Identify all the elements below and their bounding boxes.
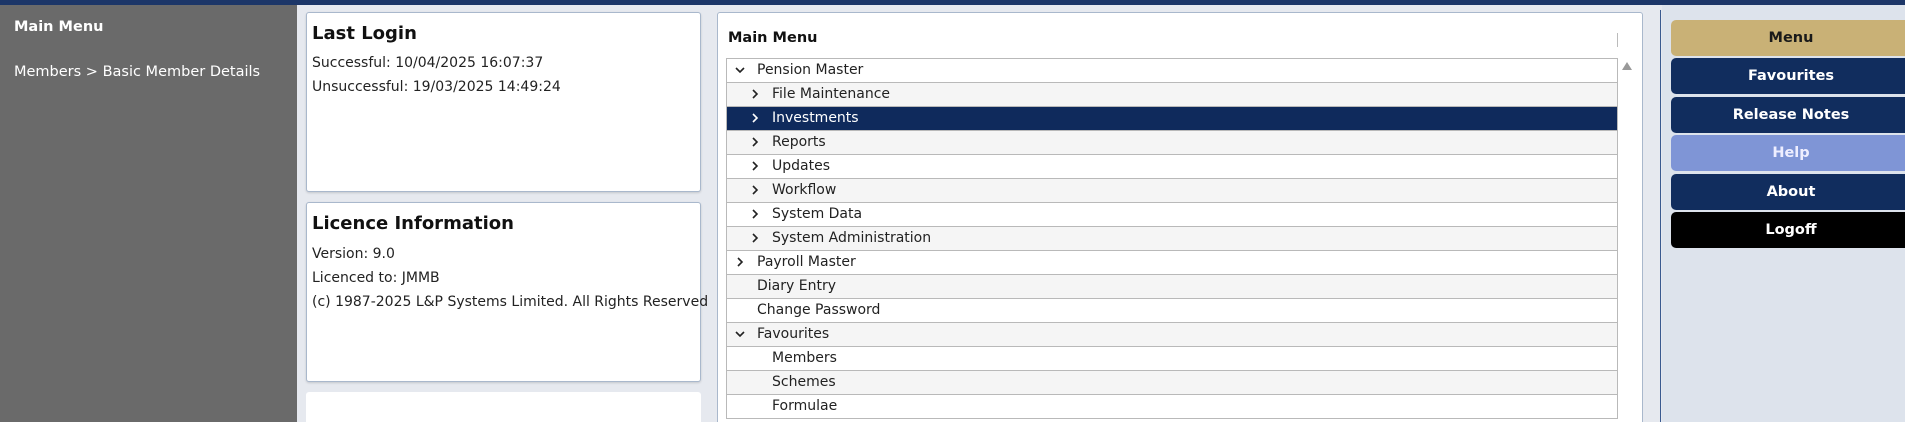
chevron-right-icon[interactable] <box>748 206 762 222</box>
help-button[interactable]: Help <box>1671 135 1905 171</box>
last-login-title: Last Login <box>312 23 417 44</box>
favourites-button[interactable]: Favourites <box>1671 58 1905 94</box>
empty-panel <box>306 392 701 422</box>
menu-item-favourites[interactable]: Favourites <box>726 323 1618 347</box>
menu-item-system-data[interactable]: System Data <box>726 203 1618 227</box>
chevron-right-icon[interactable] <box>733 254 747 270</box>
about-button[interactable]: About <box>1671 174 1905 210</box>
breadcrumb[interactable]: Members > Basic Member Details <box>14 64 260 80</box>
chevron-right-icon[interactable] <box>748 86 762 102</box>
menu-item-system-administration[interactable]: System Administration <box>726 227 1618 251</box>
menu-item-reports[interactable]: Reports <box>726 131 1618 155</box>
menu-item-members[interactable]: Members <box>726 347 1618 371</box>
licence-licenced-to: Licenced to: JMMB <box>312 270 440 286</box>
licence-version: Version: 9.0 <box>312 246 395 262</box>
sidebar-title[interactable]: Main Menu <box>14 19 103 35</box>
chevron-down-icon[interactable] <box>733 62 747 78</box>
menu-item-label: Favourites <box>757 326 830 342</box>
menu-item-label: Payroll Master <box>757 254 856 270</box>
vertical-divider <box>1660 10 1661 422</box>
logoff-button[interactable]: Logoff <box>1671 212 1905 248</box>
menu-item-payroll-master[interactable]: Payroll Master <box>726 251 1618 275</box>
last-login-unsuccessful: Unsuccessful: 19/03/2025 14:49:24 <box>312 79 561 95</box>
main-menu-title: Main Menu <box>728 30 818 46</box>
menu-item-schemes[interactable]: Schemes <box>726 371 1618 395</box>
chevron-right-icon[interactable] <box>748 134 762 150</box>
chevron-right-icon[interactable] <box>748 182 762 198</box>
main-menu-panel: Main Menu Pension Master File Maintenance… <box>717 12 1643 422</box>
menu-item-label: System Data <box>772 206 863 222</box>
menu-item-formulae[interactable]: Formulae <box>726 395 1618 419</box>
chevron-down-icon[interactable] <box>733 326 747 342</box>
menu-item-label: Investments <box>772 110 859 126</box>
chevron-right-icon[interactable] <box>748 230 762 246</box>
menu-item-label: Formulae <box>772 398 838 414</box>
menu-item-label: Updates <box>772 158 830 174</box>
menu-item-label: Reports <box>772 134 826 150</box>
menu-item-pension-master[interactable]: Pension Master <box>726 59 1618 83</box>
menu-item-investments[interactable]: Investments <box>726 107 1618 131</box>
menu-item-label: Members <box>772 350 837 366</box>
menu-button[interactable]: Menu <box>1671 20 1905 56</box>
chevron-right-icon[interactable] <box>748 110 762 126</box>
last-login-panel: Last Login Successful: 10/04/2025 16:07:… <box>306 12 701 192</box>
menu-item-file-maintenance[interactable]: File Maintenance <box>726 83 1618 107</box>
menu-item-label: System Administration <box>772 230 932 246</box>
menu-item-label: File Maintenance <box>772 86 891 102</box>
menu-item-change-password[interactable]: Change Password <box>726 299 1618 323</box>
release-notes-button[interactable]: Release Notes <box>1671 97 1905 133</box>
menu-item-workflow[interactable]: Workflow <box>726 179 1618 203</box>
menu-tree: Pension Master File Maintenance Investment… <box>726 58 1618 419</box>
menu-item-updates[interactable]: Updates <box>726 155 1618 179</box>
left-sidebar: Main Menu Members > Basic Member Details <box>0 5 297 422</box>
header-divider <box>1617 33 1618 47</box>
menu-item-label: Diary Entry <box>757 278 836 294</box>
licence-copyright: (c) 1987-2025 L&P Systems Limited. All R… <box>312 294 709 310</box>
menu-item-diary-entry[interactable]: Diary Entry <box>726 275 1618 299</box>
menu-item-label: Schemes <box>772 374 836 390</box>
menu-item-label: Workflow <box>772 182 837 198</box>
chevron-right-icon[interactable] <box>748 158 762 174</box>
menu-item-label: Pension Master <box>757 62 864 78</box>
licence-panel: Licence Information Version: 9.0 Licence… <box>306 202 708 382</box>
last-login-successful: Successful: 10/04/2025 16:07:37 <box>312 55 544 71</box>
menu-item-label: Change Password <box>757 302 881 318</box>
licence-title: Licence Information <box>312 213 514 234</box>
scroll-up-arrow-icon[interactable] <box>1622 62 1632 70</box>
